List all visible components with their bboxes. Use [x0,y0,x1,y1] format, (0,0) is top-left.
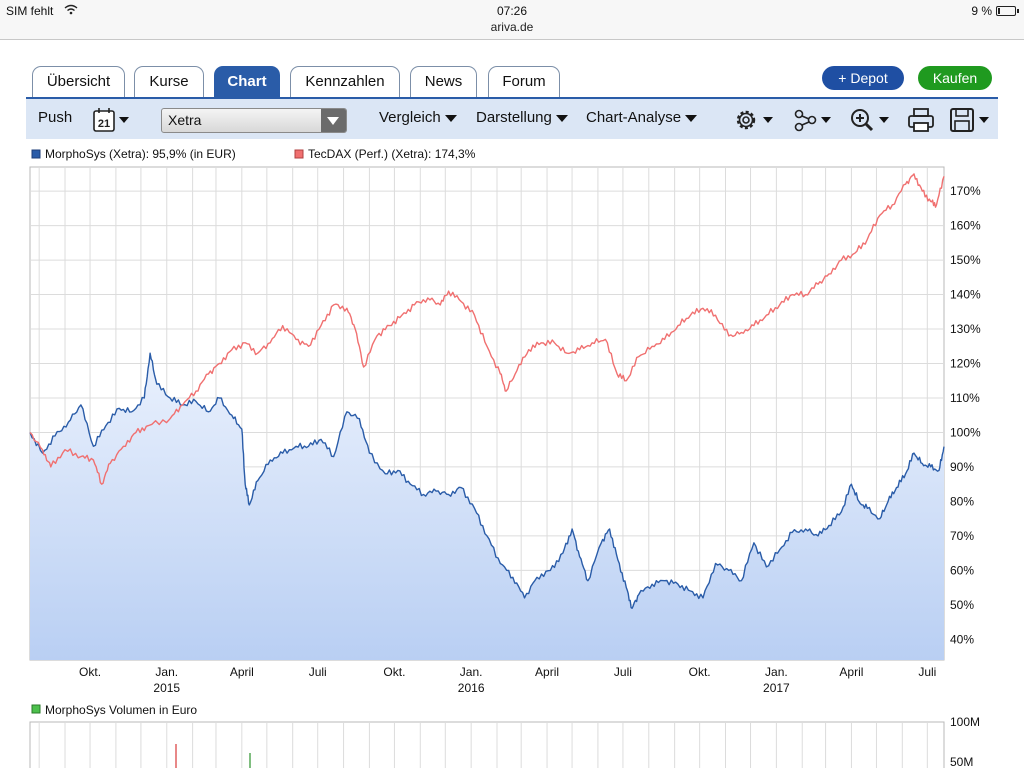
legend-swatch-tecdax [294,149,304,159]
battery-icon [996,6,1019,16]
x-tick-label: April [230,665,254,679]
volume-tick-100m: 100M [950,715,980,729]
chart-analyse-dropdown[interactable]: Chart-Analyse [586,109,698,126]
y-tick-label: 160% [950,219,981,233]
buy-button[interactable]: Kaufen [918,66,992,90]
x-tick-label: Jan. [765,665,788,679]
share-dropdown[interactable] [792,106,838,134]
x-year-label: 2015 [153,681,180,695]
tab-label: News [424,73,463,90]
add-depot-button[interactable]: + Depot [822,66,904,90]
x-tick-label: Okt. [79,665,101,679]
battery-percent: 9 % [971,4,992,18]
tab-label: Kurse [149,73,189,90]
chevron-down-icon [763,117,773,123]
calendar-day: 21 [98,118,110,130]
share-icon [794,109,817,132]
tab-kennzahlen[interactable]: Kennzahlen [290,66,400,97]
zoom-icon [851,109,874,132]
legend-label-tecdax: TecDAX (Perf.) (Xetra): 174,3% [308,147,476,161]
exchange-select-value: Xetra [168,112,202,128]
gear-icon [736,110,756,130]
legend-swatch-morphosys [31,149,41,159]
y-tick-label: 40% [950,632,974,646]
vergleich-label: Vergleich [379,109,441,126]
darstellung-label: Darstellung [476,109,552,126]
y-tick-label: 100% [950,425,981,439]
x-tick-label: Juli [309,665,327,679]
chevron-down-icon [685,114,698,122]
y-tick-label: 110% [950,391,980,405]
url-label[interactable]: ariva.de [0,20,1024,34]
y-tick-label: 130% [950,322,981,336]
y-tick-label: 50% [950,598,974,612]
y-tick-label: 170% [950,184,981,198]
tab-kurse[interactable]: Kurse [134,66,204,97]
x-tick-label: Juli [918,665,936,679]
vergleich-dropdown[interactable]: Vergleich [379,109,457,126]
legend-label-volume: MorphoSys Volumen in Euro [45,703,197,717]
x-tick-label: April [839,665,863,679]
legend-label-morphosys: MorphoSys (Xetra): 95,9% (in EUR) [45,147,236,161]
save-dropdown[interactable] [948,106,996,134]
price-chart[interactable]: MorphoSys (Xetra): 95,9% (in EUR) TecDAX… [0,139,1024,768]
chevron-down-icon [555,114,568,122]
clock: 07:26 [496,4,528,18]
settings-dropdown[interactable] [732,106,778,134]
chart-toolbar: Push 21 Xetra Vergleich Darstellung Char… [26,97,998,139]
chevron-down-icon [879,117,889,123]
status-bar: SIM fehlt 07:26 ariva.de 9 % [0,0,1024,40]
chevron-down-icon [321,109,346,132]
tab-uebersicht[interactable]: Übersicht [32,66,125,97]
y-tick-label: 80% [950,494,974,508]
print-button[interactable] [906,106,936,134]
chevron-down-icon [444,114,457,122]
tab-news[interactable]: News [410,66,477,97]
tab-chart[interactable]: Chart [214,66,280,97]
push-button[interactable]: Push [38,109,72,126]
tab-label: Forum [502,73,546,90]
x-tick-label: Okt. [383,665,405,679]
chevron-down-icon [119,117,129,123]
chevron-down-icon [979,117,989,123]
x-tick-label: Okt. [689,665,711,679]
x-tick-label: Jan. [155,665,178,679]
y-tick-label: 140% [950,288,981,302]
calendar-dropdown[interactable]: 21 [92,106,134,134]
legend-swatch-volume [31,704,41,714]
tab-label: Kennzahlen [305,73,385,90]
tab-label: Chart [227,73,267,90]
tab-forum[interactable]: Forum [488,66,560,97]
y-tick-label: 150% [950,253,981,267]
print-icon [908,108,934,132]
y-tick-label: 70% [950,529,974,543]
x-year-label: 2016 [458,681,485,695]
zoom-dropdown[interactable] [848,106,894,134]
y-tick-label: 60% [950,563,974,577]
y-tick-label: 120% [950,357,981,371]
x-tick-label: Juli [614,665,632,679]
save-icon [950,108,974,132]
x-tick-label: April [535,665,559,679]
volume-tick-50m: 50M [950,755,973,768]
tab-label: Übersicht [46,73,111,90]
chart-analyse-label: Chart-Analyse [586,109,682,126]
darstellung-dropdown[interactable]: Darstellung [476,109,568,126]
x-tick-label: Jan. [460,665,483,679]
x-year-label: 2017 [763,681,790,695]
chevron-down-icon [821,117,831,123]
calendar-icon: 21 [93,108,129,132]
exchange-select[interactable]: Xetra [161,108,347,133]
y-tick-label: 90% [950,460,974,474]
